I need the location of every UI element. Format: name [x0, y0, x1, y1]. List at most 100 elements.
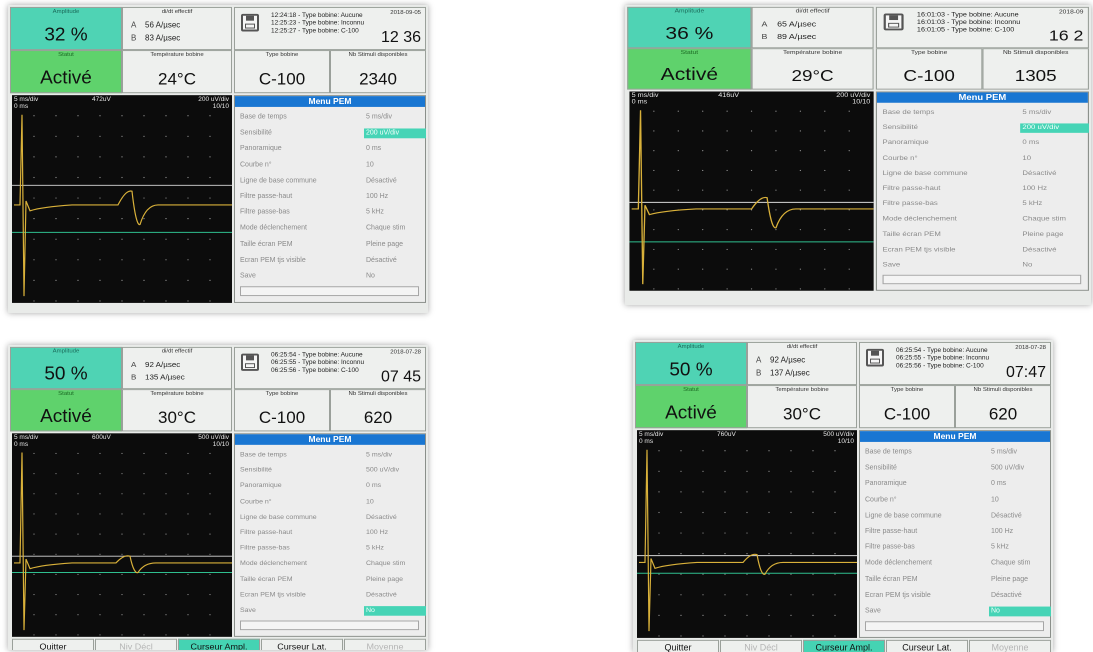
menu-row-value[interactable]: 5 kHz: [1020, 200, 1089, 209]
amplitude-panel[interactable]: Amplitude 36 %: [627, 6, 752, 49]
menu-row[interactable]: Ecran PEM tjs visible Désactivé: [883, 245, 1084, 256]
menu-row[interactable]: Filtre passe-bas 5 kHz: [883, 199, 1084, 210]
menu-row[interactable]: Courbe n° 10: [240, 496, 421, 508]
menu-row-value[interactable]: 0 ms: [364, 482, 426, 492]
menu-row-value[interactable]: 10: [1020, 154, 1089, 163]
menu-row-value[interactable]: Pleine page: [364, 575, 426, 585]
menu-row-value[interactable]: Désactivé: [1020, 169, 1089, 178]
softkey-moyenne[interactable]: Moyenne: [344, 638, 426, 650]
menu-row[interactable]: Filtre passe-bas 5 kHz: [240, 543, 421, 555]
amplitude-panel[interactable]: Amplitude 50 %: [10, 346, 122, 390]
floppy-disk-icon[interactable]: [241, 353, 259, 371]
menu-row-value[interactable]: Désactivé: [364, 176, 426, 186]
menu-row[interactable]: Mode déclenchement Chaque stim: [883, 214, 1084, 225]
softkey-curseur-lat[interactable]: Curseur Lat.: [261, 638, 343, 650]
menu-row[interactable]: Base de temps 5 ms/div: [865, 447, 1046, 459]
menu-row[interactable]: Mode déclenchement Chaque stim: [865, 558, 1046, 570]
menu-row-value[interactable]: 100 Hz: [989, 527, 1051, 537]
menu-row-value[interactable]: 0 ms: [364, 145, 426, 155]
menu-row[interactable]: Save No: [865, 606, 1051, 618]
floppy-disk-icon[interactable]: [866, 348, 884, 367]
status-panel[interactable]: Statut Activé: [10, 389, 122, 432]
menu-row-value[interactable]: 5 ms/div: [364, 113, 426, 123]
menu-row[interactable]: Panoramique 0 ms: [240, 481, 421, 493]
menu-row[interactable]: Panoramique 0 ms: [240, 144, 421, 156]
menu-row-value[interactable]: 0 ms: [989, 480, 1051, 490]
menu-row[interactable]: Ligne de base commune Désactivé: [240, 175, 421, 187]
softkey-curseur-lat[interactable]: Curseur Lat.: [886, 639, 968, 652]
mep-oscilloscope[interactable]: 5 ms/div 0 ms 760uV 500 uV/div 10/10: [637, 430, 857, 638]
menu-row[interactable]: Ecran PEM tjs visible Désactivé: [865, 590, 1046, 602]
status-panel[interactable]: Statut Activé: [635, 385, 747, 429]
menu-row[interactable]: Ecran PEM tjs visible Désactivé: [240, 255, 421, 267]
menu-row[interactable]: Sensibilité 200 uV/div: [883, 123, 1089, 134]
menu-row[interactable]: Courbe n° 10: [883, 153, 1084, 164]
menu-row[interactable]: Filtre passe-haut 100 Hz: [240, 191, 421, 203]
status-panel[interactable]: Statut Activé: [10, 50, 122, 94]
menu-row[interactable]: Save No: [883, 260, 1084, 271]
menu-row-value[interactable]: 10: [364, 160, 426, 170]
menu-row[interactable]: Filtre passe-bas 5 kHz: [240, 207, 421, 219]
menu-row[interactable]: Base de temps 5 ms/div: [883, 107, 1084, 118]
menu-row[interactable]: Taille écran PEM Pleine page: [240, 239, 421, 251]
menu-row-value[interactable]: No: [1020, 261, 1089, 270]
menu-row[interactable]: Mode déclenchement Chaque stim: [240, 558, 421, 570]
menu-row-value[interactable]: 500 uV/div: [364, 466, 426, 476]
menu-row-value[interactable]: Désactivé: [989, 591, 1051, 601]
menu-row[interactable]: Mode déclenchement Chaque stim: [240, 223, 421, 235]
menu-row[interactable]: Courbe n° 10: [865, 494, 1046, 506]
menu-row[interactable]: Courbe n° 10: [240, 159, 421, 171]
menu-row[interactable]: Taille écran PEM Pleine page: [883, 229, 1084, 240]
softkey-curseur-ampl[interactable]: Curseur Ampl.: [178, 638, 260, 650]
menu-row-value[interactable]: Chaque stim: [364, 559, 426, 569]
menu-row-value[interactable]: Désactivé: [989, 511, 1051, 521]
menu-row[interactable]: Panoramique 0 ms: [883, 138, 1084, 149]
menu-input-slot[interactable]: [240, 620, 419, 631]
menu-row-value[interactable]: 5 kHz: [989, 543, 1051, 553]
menu-row[interactable]: Taille écran PEM Pleine page: [865, 574, 1046, 586]
menu-row-value[interactable]: No: [989, 606, 1051, 617]
menu-row-value[interactable]: 5 ms/div: [1020, 108, 1089, 117]
menu-row[interactable]: Sensibilité 200 uV/div: [240, 128, 426, 140]
menu-row-value[interactable]: 5 ms/div: [989, 448, 1051, 458]
menu-input-slot[interactable]: [882, 274, 1082, 285]
status-panel[interactable]: Statut Activé: [627, 48, 752, 90]
mep-oscilloscope[interactable]: 5 ms/div 0 ms 472uV 200 uV/div 10/10: [12, 95, 232, 303]
softkey-quitter[interactable]: Quitter: [637, 639, 719, 652]
floppy-disk-icon[interactable]: [241, 13, 259, 32]
menu-row-value[interactable]: Chaque stim: [1020, 215, 1089, 224]
menu-row-value[interactable]: Désactivé: [364, 513, 426, 523]
menu-row-value[interactable]: Pleine page: [1020, 230, 1089, 239]
menu-input-slot[interactable]: [240, 286, 419, 297]
menu-row[interactable]: Filtre passe-haut 100 Hz: [865, 526, 1046, 538]
menu-row[interactable]: Save No: [240, 605, 426, 617]
menu-row-value[interactable]: Désactivé: [364, 591, 426, 601]
menu-row-value[interactable]: 100 Hz: [1020, 185, 1089, 194]
softkey-moyenne[interactable]: Moyenne: [969, 639, 1051, 652]
menu-row-value[interactable]: Désactivé: [1020, 245, 1089, 254]
menu-row-value[interactable]: Pleine page: [364, 240, 426, 250]
menu-row-value[interactable]: Chaque stim: [364, 224, 426, 234]
menu-row[interactable]: Ligne de base commune Désactivé: [240, 512, 421, 524]
menu-row[interactable]: Taille écran PEM Pleine page: [240, 574, 421, 586]
mep-oscilloscope[interactable]: 5 ms/div 0 ms 600uV 500 uV/div 10/10: [12, 433, 232, 637]
menu-row-value[interactable]: 0 ms: [1020, 139, 1089, 148]
menu-row-value[interactable]: 200 uV/div: [364, 128, 426, 139]
floppy-disk-icon[interactable]: [883, 13, 904, 31]
menu-row-value[interactable]: 100 Hz: [364, 192, 426, 202]
menu-row[interactable]: Ligne de base commune Désactivé: [883, 168, 1084, 179]
menu-row-value[interactable]: 500 uV/div: [989, 464, 1051, 474]
menu-row[interactable]: Sensibilité 500 uV/div: [240, 465, 421, 477]
menu-row-value[interactable]: No: [364, 272, 426, 282]
menu-row-value[interactable]: 5 kHz: [364, 208, 426, 218]
menu-input-slot[interactable]: [865, 621, 1044, 632]
menu-row-value[interactable]: 10: [364, 497, 426, 507]
menu-row-value[interactable]: 5 ms/div: [364, 451, 426, 461]
mep-oscilloscope[interactable]: 5 ms/div 0 ms 416uV 200 uV/div 10/10: [629, 91, 874, 291]
menu-row[interactable]: Filtre passe-bas 5 kHz: [865, 542, 1046, 554]
menu-row-value[interactable]: Pleine page: [989, 575, 1051, 585]
softkey-curseur-ampl[interactable]: Curseur Ampl.: [803, 639, 885, 652]
menu-row-value[interactable]: 5 kHz: [364, 544, 426, 554]
menu-row[interactable]: Save No: [240, 271, 421, 283]
menu-row-value[interactable]: 100 Hz: [364, 528, 426, 538]
